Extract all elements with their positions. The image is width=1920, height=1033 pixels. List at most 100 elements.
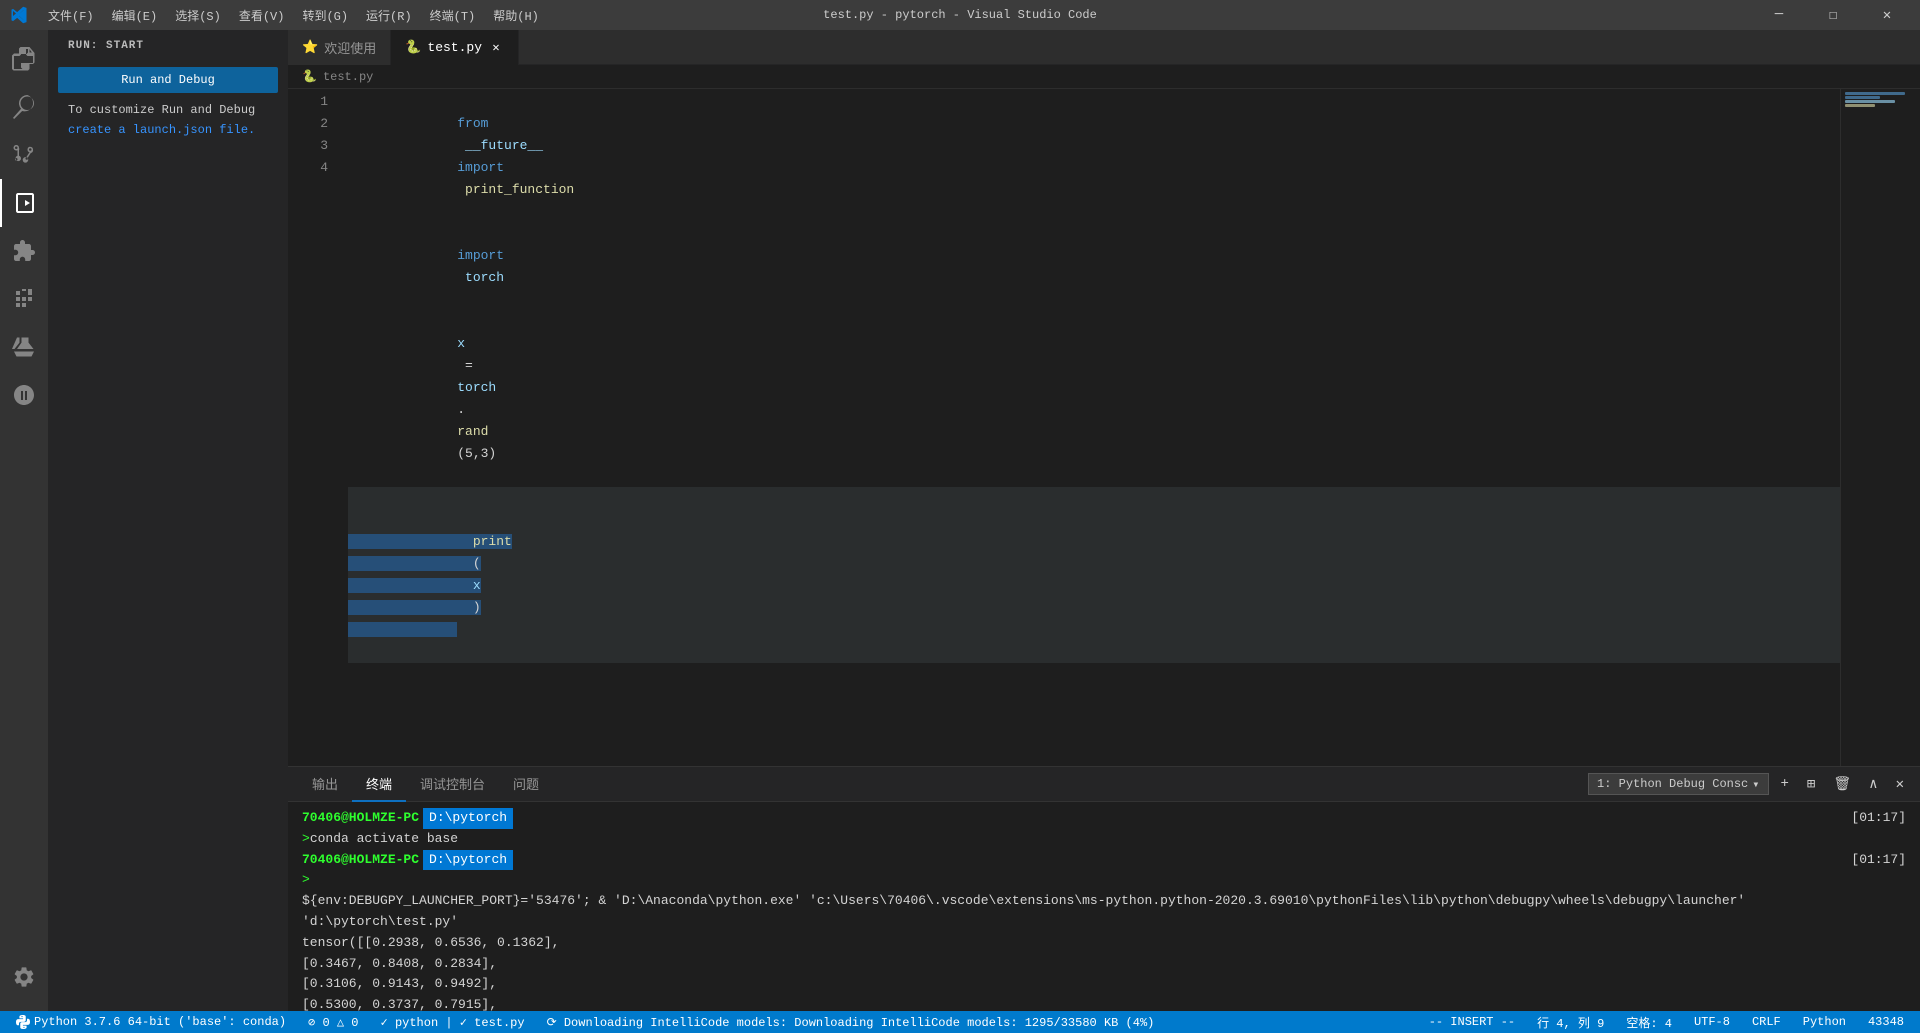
split-terminal-button[interactable]: ⊞	[1801, 773, 1821, 796]
func-print-function: print_function	[457, 182, 574, 197]
minimize-button[interactable]: ─	[1756, 0, 1802, 30]
window-controls[interactable]: ─ ☐ ✕	[1756, 0, 1910, 30]
activity-bar	[0, 30, 48, 1011]
cursor-position-text: 行 4, 列 9	[1537, 1014, 1604, 1031]
keyword-from: from	[457, 116, 488, 131]
close-panel-button[interactable]: ✕	[1890, 773, 1910, 796]
editor-content[interactable]: 1 2 3 4 from __future__ import print_fun…	[288, 89, 1920, 766]
title-bar: 文件(F) 编辑(E) 选择(S) 查看(V) 转到(G) 运行(R) 终端(T…	[0, 0, 1920, 30]
status-insert-mode[interactable]: -- INSERT --	[1423, 1011, 1521, 1033]
sidebar-item-source-control[interactable]	[0, 131, 48, 179]
file-tab-label: test.py	[427, 40, 482, 55]
terminal-output-tensor-3: [0.3106, 0.9143, 0.9492],	[302, 974, 497, 995]
status-cursor-position[interactable]: 行 4, 列 9	[1531, 1011, 1610, 1033]
menu-help[interactable]: 帮助(H)	[485, 4, 547, 27]
status-language-mode[interactable]: Python	[1797, 1011, 1852, 1033]
chevron-down-icon: ▾	[1752, 777, 1759, 792]
sidebar-item-remote[interactable]	[0, 275, 48, 323]
sidebar-item-zhihu[interactable]	[0, 371, 48, 419]
line-number-3: 3	[288, 135, 328, 157]
sidebar: RUN: START Run and Debug To customize Ru…	[48, 30, 288, 1011]
terminal-line-3-left: 70406@HOLMZE-PC D:\pytorch	[302, 850, 513, 871]
tab-test-py[interactable]: 🐍 test.py ✕	[391, 30, 519, 65]
line-number-4: 4	[288, 157, 328, 179]
tab-welcome[interactable]: ⭐ 欢迎使用	[288, 30, 391, 65]
indent-text: 空格: 4	[1626, 1014, 1672, 1031]
status-encoding[interactable]: UTF-8	[1688, 1011, 1736, 1033]
menu-goto[interactable]: 转到(G)	[294, 4, 356, 27]
var-x-2: x	[473, 578, 481, 593]
maximize-button[interactable]: ☐	[1810, 0, 1856, 30]
terminal-row-tensor-2: [0.3467, 0.8408, 0.2834],	[302, 954, 1906, 975]
tab-close-button[interactable]: ✕	[488, 39, 504, 55]
terminal-output-tensor-2: [0.3467, 0.8408, 0.2834],	[302, 954, 497, 975]
status-linting[interactable]: ✓ python | ✓ test.py	[375, 1011, 531, 1033]
sidebar-item-run-debug[interactable]	[0, 179, 48, 227]
status-intellicode[interactable]: ⟳ Downloading IntelliCode models: Downlo…	[541, 1011, 1161, 1033]
activity-bar-top	[0, 35, 48, 953]
code-area: 1 2 3 4 from __future__ import print_fun…	[288, 89, 1920, 766]
terminal-user-1: 70406@HOLMZE-PC	[302, 808, 419, 829]
trash-terminal-button[interactable]: 🗑	[1827, 773, 1857, 796]
terminal-row-1: 70406@HOLMZE-PC D:\pytorch [01:17]	[302, 808, 1906, 829]
paren-close: )	[473, 600, 481, 615]
status-line-ending[interactable]: CRLF	[1746, 1011, 1787, 1033]
breadcrumb-icon: 🐍	[302, 69, 317, 84]
status-bar-left: Python 3.7.6 64-bit ('base': conda) ⊘ 0 …	[10, 1011, 1160, 1033]
minimap-line-4	[1845, 104, 1875, 107]
status-errors-warnings[interactable]: ⊘ 0 △ 0	[302, 1011, 364, 1033]
search-icon	[12, 95, 36, 119]
args-1: (5,3)	[457, 446, 496, 461]
menu-view[interactable]: 查看(V)	[231, 4, 293, 27]
create-launch-json-link[interactable]: create a launch.json file.	[58, 123, 278, 137]
breadcrumb-filename: test.py	[323, 70, 373, 84]
terminal-path-1: D:\pytorch	[423, 808, 513, 829]
active-line-selection: print ( x )	[348, 534, 512, 637]
status-notifications[interactable]: 43348	[1862, 1011, 1910, 1033]
sidebar-item-settings[interactable]	[0, 953, 48, 1001]
menu-select[interactable]: 选择(S)	[167, 4, 229, 27]
sidebar-item-flask[interactable]	[0, 323, 48, 371]
panel-tab-terminal[interactable]: 终端	[352, 767, 406, 802]
python-status-icon	[16, 1015, 30, 1029]
sidebar-item-extensions[interactable]	[0, 227, 48, 275]
title-bar-menu[interactable]: 文件(F) 编辑(E) 选择(S) 查看(V) 转到(G) 运行(R) 终端(T…	[40, 4, 547, 27]
panel-tab-output[interactable]: 输出	[298, 767, 352, 802]
panel-tab-debug-console[interactable]: 调试控制台	[406, 767, 499, 802]
maximize-panel-button[interactable]: ∧	[1863, 773, 1883, 796]
activity-bar-bottom	[0, 953, 48, 1011]
add-terminal-button[interactable]: +	[1775, 773, 1795, 795]
status-python-version[interactable]: Python 3.7.6 64-bit ('base': conda)	[10, 1011, 292, 1033]
terminal-prompt-1: >	[302, 829, 310, 850]
terminal-prompt-2: >	[302, 870, 310, 891]
terminal-instance-label: 1: Python Debug Consc	[1597, 777, 1748, 791]
terminal-path-2: D:\pytorch	[423, 850, 513, 871]
python-version-label: Python 3.7.6 64-bit ('base': conda)	[34, 1015, 286, 1029]
editor-area: ⭐ 欢迎使用 🐍 test.py ✕ 🐍 test.py 1	[288, 30, 1920, 1011]
func-print: print	[473, 534, 512, 549]
menu-run[interactable]: 运行(R)	[358, 4, 420, 27]
minimap	[1840, 89, 1920, 766]
terminal-panel: 输出 终端 调试控制台 问题 1: Python Debug Consc ▾ +…	[288, 766, 1920, 1011]
line-number-1: 1	[288, 91, 328, 113]
terminal-line-4-left: > ${env:DEBUGPY_LAUNCHER_PORT}='53476'; …	[302, 870, 1906, 932]
extensions-icon	[12, 239, 36, 263]
sidebar-item-explorer[interactable]	[0, 35, 48, 83]
terminal-instance-dropdown[interactable]: 1: Python Debug Consc ▾	[1588, 773, 1768, 795]
menu-edit[interactable]: 编辑(E)	[104, 4, 166, 27]
panel-tab-problems[interactable]: 问题	[499, 767, 553, 802]
status-indent[interactable]: 空格: 4	[1620, 1011, 1678, 1033]
module-torch: torch	[457, 270, 504, 285]
tab-bar: ⭐ 欢迎使用 🐍 test.py ✕	[288, 30, 1920, 65]
code-line-4: print ( x )	[348, 487, 1840, 663]
run-and-debug-button[interactable]: Run and Debug	[58, 67, 278, 93]
terminal-row-4: > ${env:DEBUGPY_LAUNCHER_PORT}='53476'; …	[302, 870, 1906, 932]
menu-terminal[interactable]: 终端(T)	[422, 4, 484, 27]
terminal-content[interactable]: 70406@HOLMZE-PC D:\pytorch [01:17] > con…	[288, 802, 1920, 1011]
close-button[interactable]: ✕	[1864, 0, 1910, 30]
source-control-icon	[12, 143, 36, 167]
menu-file[interactable]: 文件(F)	[40, 4, 102, 27]
dunder-future: __future__	[457, 138, 551, 153]
intellicode-text: ⟳ Downloading IntelliCode models: Downlo…	[547, 1015, 1155, 1030]
sidebar-item-search[interactable]	[0, 83, 48, 131]
